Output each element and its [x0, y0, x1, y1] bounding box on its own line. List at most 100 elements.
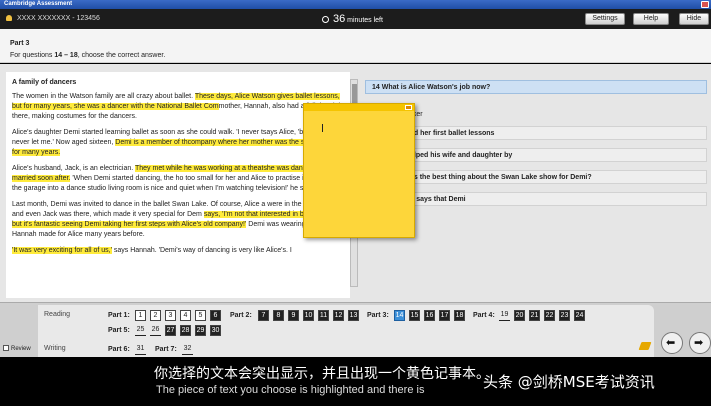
notepad-title-bar[interactable] — [304, 104, 414, 111]
question-29-button[interactable]: 29 — [195, 325, 206, 336]
option-fragment[interactable]: aker — [405, 108, 707, 122]
person-icon — [6, 15, 12, 21]
highlighted-text[interactable]: 'It was very exciting for all of us,' — [12, 247, 112, 254]
review-toggle[interactable]: Review — [3, 345, 31, 352]
question-15[interactable]: ad her first ballet lessons — [405, 126, 707, 140]
text: The women in the Watson family are all c… — [12, 93, 195, 100]
passage-title: A family of dancers — [12, 79, 77, 86]
instr-text: For questions — [10, 52, 55, 59]
window-close-icon[interactable] — [701, 1, 709, 8]
question-5-button[interactable]: 5 — [195, 310, 206, 321]
paragraph-3: Alice's husband, Jack, is an electrician… — [12, 164, 344, 194]
arrow-left-icon: ⬅ — [666, 337, 676, 349]
question-11-button[interactable]: 11 — [318, 310, 329, 321]
yellow-notepad[interactable] — [303, 103, 415, 238]
arrow-right-icon: ➡ — [694, 337, 704, 349]
question-18-button[interactable]: 18 — [454, 310, 465, 321]
questions-panel: 14 What is Alice Watson's job now? aker … — [365, 76, 707, 298]
help-button[interactable]: Help — [633, 13, 669, 25]
reading-passage[interactable]: A family of dancers The women in the Wat… — [6, 72, 350, 298]
review-checkbox[interactable] — [3, 345, 9, 351]
question-18[interactable]: n says that Demi — [405, 192, 707, 206]
paragraph-5: 'It was very exciting for all of us,' sa… — [12, 246, 344, 256]
subtitle-english: The piece of text you choose is highligh… — [156, 384, 425, 396]
instr-text-end: , choose the correct answer. — [77, 52, 166, 59]
question-navigator: Reading Writing Part 1: Part 2: Part 3: … — [38, 305, 654, 357]
subtitle-chinese: 你选择的文本会突出显示，并且出现一个黄色记事本。 — [154, 366, 490, 382]
next-button[interactable]: ➡ — [689, 332, 711, 354]
question-16-button[interactable]: 16 — [424, 310, 435, 321]
question-3-button[interactable]: 3 — [165, 310, 176, 321]
text: says Hannah. 'Demi's way of dancing is v… — [111, 247, 292, 254]
video-subtitle-area: 你选择的文本会突出显示，并且出现一个黄色记事本。 The piece of te… — [0, 357, 711, 406]
question-25-button[interactable]: 25 — [135, 325, 146, 336]
candidate-info: XXXX XXXXXXX - 123456 — [6, 15, 100, 22]
question-14[interactable]: 14 What is Alice Watson's job now? — [365, 80, 707, 94]
question-1-button[interactable]: 1 — [135, 310, 146, 321]
question-19-button[interactable]: 19 — [499, 310, 510, 321]
question-28-button[interactable]: 28 — [180, 325, 191, 336]
question-2-button[interactable]: 2 — [150, 310, 161, 321]
exam-top-bar: XXXX XXXXXXX - 123456 36 minutes left Se… — [0, 9, 711, 29]
part-2-label: Part 2: — [230, 312, 252, 319]
part-7-label: Part 7: — [155, 346, 177, 353]
question-32-button[interactable]: 32 — [182, 344, 193, 355]
window-title-bar: Cambridge Assessment — [0, 0, 711, 9]
question-6-button[interactable]: 6 — [210, 310, 221, 321]
question-15-button[interactable]: 15 — [409, 310, 420, 321]
question-24-button[interactable]: 24 — [574, 310, 585, 321]
text: Last month, Demi was invited to dance in… — [12, 201, 266, 208]
writing-label: Writing — [44, 345, 66, 352]
question-26-button[interactable]: 26 — [150, 325, 161, 336]
timer: 36 minutes left — [322, 13, 383, 25]
navigation-footer: Review Reading Writing Part 1: Part 2: P… — [0, 302, 711, 357]
timer-value: 36 — [332, 13, 346, 25]
window-title: Cambridge Assessment — [4, 1, 73, 7]
review-label: Review — [11, 346, 31, 352]
highlighted-text[interactable]: Demi is a member of th — [115, 139, 188, 146]
question-7-button[interactable]: 7 — [258, 310, 269, 321]
part-1-label: Part 1: — [108, 312, 130, 319]
question-8-button[interactable]: 8 — [273, 310, 284, 321]
paragraph-2: Alice's daughter Demi started learning b… — [12, 128, 344, 158]
hide-button[interactable]: Hide — [679, 13, 709, 25]
question-12-button[interactable]: 12 — [333, 310, 344, 321]
question-31-button[interactable]: 31 — [135, 344, 146, 355]
reading-label: Reading — [44, 311, 71, 318]
part-5-label: Part 5: — [108, 327, 130, 334]
text-cursor-icon — [322, 124, 327, 132]
text: living room is nice and quiet when I'm w… — [108, 185, 317, 192]
paragraph-1: The women in the Watson family are all c… — [12, 92, 344, 122]
question-30-button[interactable]: 30 — [210, 325, 221, 336]
question-27-button[interactable]: 27 — [165, 325, 176, 336]
instructions: For questions 14 – 18, choose the correc… — [10, 52, 711, 59]
question-14-button[interactable]: 14 — [394, 310, 405, 321]
question-4-button[interactable]: 4 — [180, 310, 191, 321]
part-3-label: Part 3: — [367, 312, 389, 319]
settings-button[interactable]: Settings — [585, 13, 625, 25]
instr-range: 14 – 18 — [54, 52, 78, 59]
question-13-button[interactable]: 13 — [348, 310, 359, 321]
clock-icon — [322, 16, 329, 23]
question-16[interactable]: elped his wife and daughter by — [405, 148, 707, 162]
part-header: Part 3 For questions 14 – 18, choose the… — [0, 29, 711, 63]
watermark: 头条 @剑桥MSE考试资讯 — [483, 373, 655, 391]
text: 'When Demi started dancing, the ho — [70, 175, 184, 182]
candidate-id: XXXX XXXXXXX - 123456 — [16, 15, 100, 22]
question-21-button[interactable]: 21 — [529, 310, 540, 321]
question-17-button[interactable]: 17 — [439, 310, 450, 321]
text: Alice's daughter Demi started learning b… — [12, 129, 263, 136]
highlighted-text[interactable]: They met while he was working at a theat — [135, 165, 264, 172]
paragraph-4: Last month, Demi was invited to dance in… — [12, 200, 344, 240]
question-23-button[interactable]: 23 — [559, 310, 570, 321]
question-10-button[interactable]: 10 — [303, 310, 314, 321]
question-9-button[interactable]: 9 — [288, 310, 299, 321]
part-6-label: Part 6: — [108, 346, 130, 353]
notepad-close-icon[interactable] — [405, 105, 412, 110]
part-title: Part 3 — [10, 40, 30, 47]
question-20-button[interactable]: 20 — [514, 310, 525, 321]
previous-button[interactable]: ⬅ — [661, 332, 683, 354]
part-4-label: Part 4: — [473, 312, 495, 319]
question-22-button[interactable]: 22 — [544, 310, 555, 321]
question-17[interactable]: as the best thing about the Swan Lake sh… — [405, 170, 707, 184]
